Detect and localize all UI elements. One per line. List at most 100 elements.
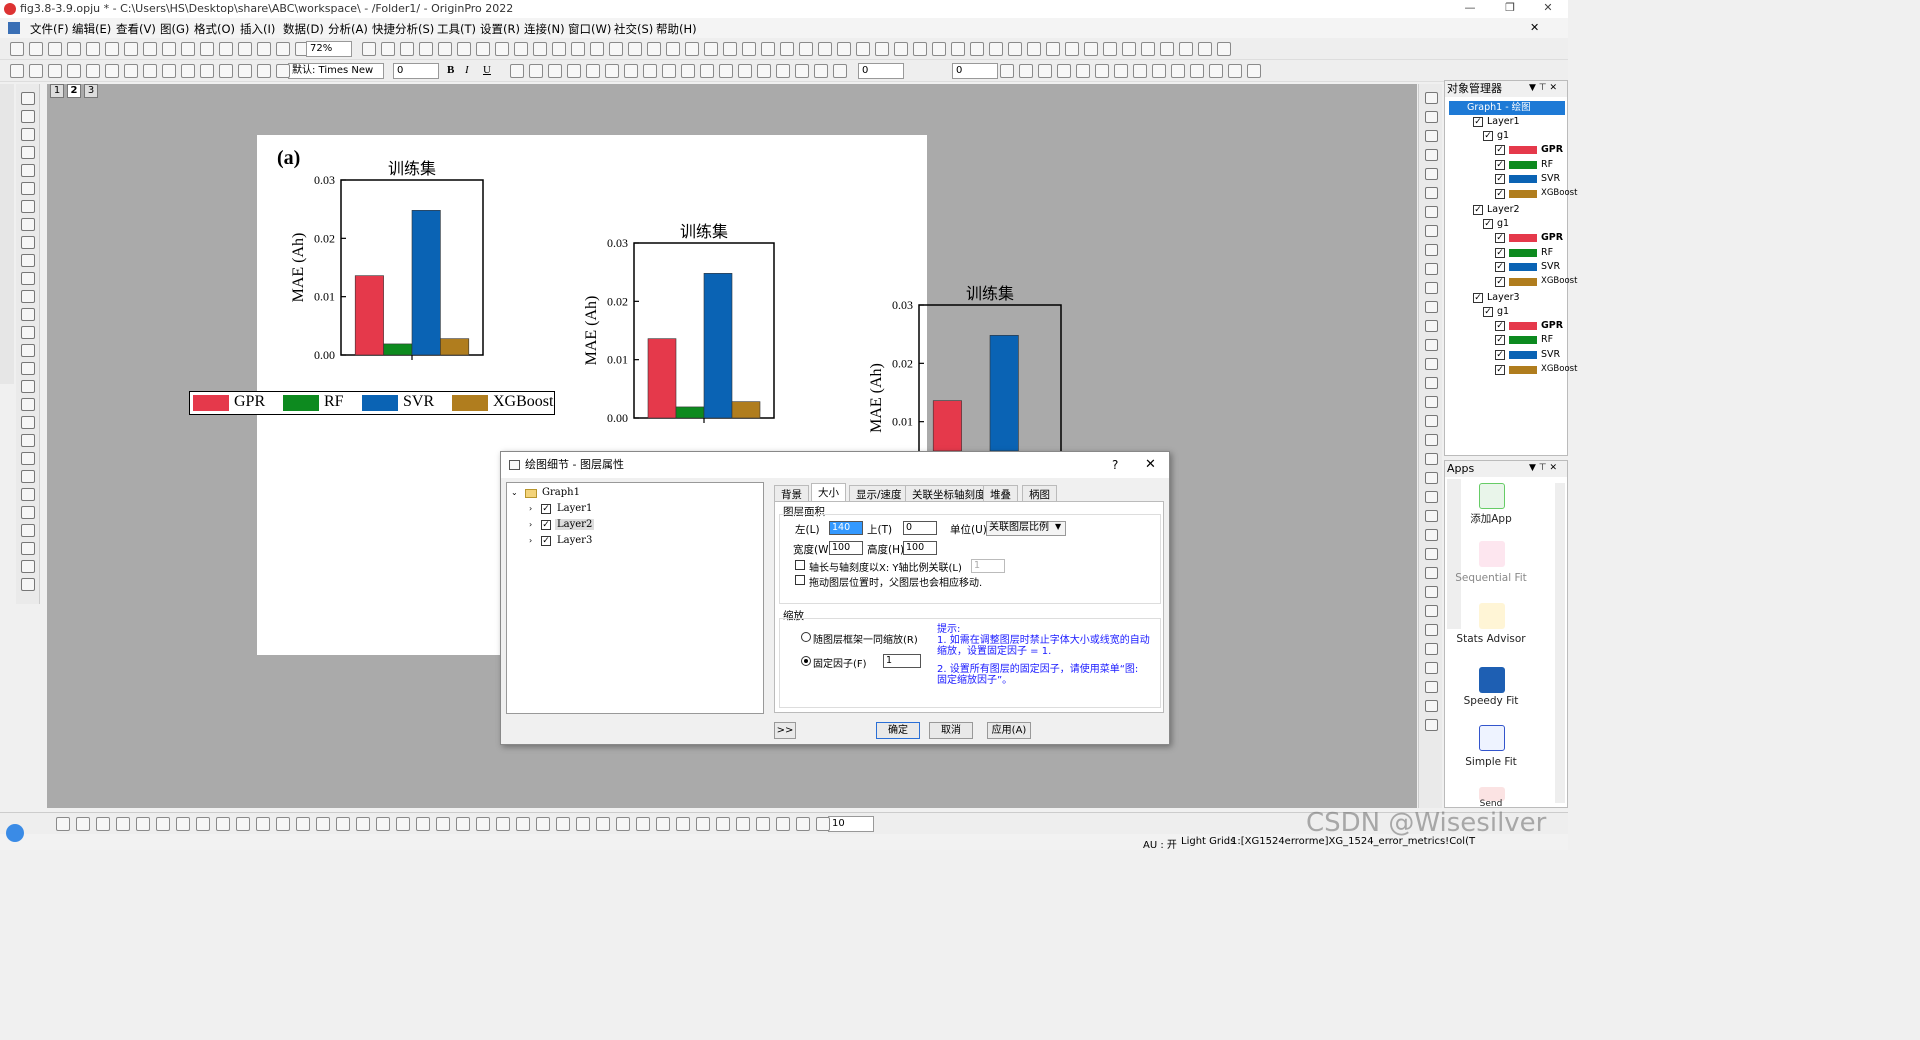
toolbar-tool-icon[interactable] [932,42,946,56]
tab-background[interactable]: 背景 [774,485,809,501]
layer-tool-icon[interactable] [1425,358,1438,370]
underline-button[interactable]: U [483,64,491,76]
layer-tool-icon[interactable] [1425,529,1438,541]
layer-tool-icon[interactable] [1425,719,1438,731]
layer-tool-icon[interactable] [1425,168,1438,180]
layer1-checkbox[interactable]: ✓ [541,504,551,514]
layer-tool-icon[interactable] [1425,700,1438,712]
toolbar-tool-icon[interactable] [757,64,771,78]
layer-tool-icon[interactable] [1425,681,1438,693]
layer-tool-icon[interactable] [1425,339,1438,351]
menu-social[interactable]: 社交(S) [614,21,653,37]
menu-close-icon[interactable]: ✕ [1530,21,1539,34]
toolbar-tool-icon[interactable] [586,64,600,78]
plot-type-icon[interactable] [196,817,210,831]
add-app-icon[interactable] [1479,483,1505,509]
menu-analysis[interactable]: 分析(A) [328,21,368,37]
plot-node[interactable]: RF [1541,247,1553,258]
plot-checkbox[interactable]: ✓ [1495,189,1505,200]
sequential-fit-icon[interactable] [1479,541,1505,567]
toolbar-tool-icon[interactable] [662,64,676,78]
group-node[interactable]: g1 [1497,306,1509,317]
link-axes-checkbox[interactable] [795,560,805,570]
layer-node[interactable]: Layer3 [1487,292,1520,303]
toolbar-tool-icon[interactable] [1114,64,1128,78]
plot-type-icon[interactable] [676,817,690,831]
plot-checkbox[interactable]: ✓ [1495,247,1505,258]
toolbar-tool-icon[interactable] [162,42,176,56]
font-size-select[interactable]: 0 [393,63,439,79]
plot-checkbox[interactable]: ✓ [1495,174,1505,185]
plot-type-icon[interactable] [576,817,590,831]
toolbar-tool-icon[interactable] [989,42,1003,56]
toolbar-tool-icon[interactable] [1209,64,1223,78]
toolbar-tool-icon[interactable] [552,42,566,56]
toolbar-tool-icon[interactable] [1247,64,1261,78]
plot-checkbox[interactable]: ✓ [1495,320,1505,331]
tree-layer3[interactable]: Layer3 [557,535,592,546]
tool-icon[interactable] [21,452,35,465]
tool-icon[interactable] [21,578,35,591]
plot-type-icon[interactable] [256,817,270,831]
tab-display-speed[interactable]: 显示/速度 [849,485,909,501]
toolbar-tool-icon[interactable] [700,64,714,78]
dialog-help-button[interactable]: ? [1112,458,1118,472]
toolbar-tool-icon[interactable] [1217,42,1231,56]
layer-tool-icon[interactable] [1425,263,1438,275]
layer-tab-1[interactable]: 1 [50,84,64,98]
minimize-button[interactable]: — [1450,1,1490,14]
app-add[interactable]: 添加App [1451,511,1531,526]
graph-root-node[interactable]: Graph1 - 绘图 [1449,101,1565,115]
plot-node[interactable]: SVR [1541,349,1560,360]
layer-checkbox[interactable]: ✓ [1473,117,1483,127]
toolbar-tool-icon[interactable] [833,64,847,78]
toolbar-tool-icon[interactable] [219,42,233,56]
tool-icon[interactable] [21,416,35,429]
toolbar-tool-icon[interactable] [1019,64,1033,78]
toolbar-tool-icon[interactable] [457,42,471,56]
plot-node[interactable]: SVR [1541,173,1560,184]
plot-node[interactable]: GPR [1541,232,1563,243]
tool-icon[interactable] [21,146,35,159]
group-checkbox[interactable]: ✓ [1483,131,1493,141]
toolbar-tool-icon[interactable] [894,42,908,56]
layer-tool-icon[interactable] [1425,453,1438,465]
plot-checkbox[interactable]: ✓ [1495,262,1505,273]
group-node[interactable]: g1 [1497,130,1509,141]
move-children-checkbox[interactable] [795,575,805,585]
tree-layer1[interactable]: Layer1 [557,503,592,514]
tool-icon[interactable] [21,524,35,537]
panel-menu-icon[interactable]: ▼ ⊤ ✕ [1529,83,1557,93]
link-ratio-input[interactable]: 1 [971,559,1005,573]
app-stats-advisor[interactable]: Stats Advisor [1451,633,1531,645]
apps-menu-icon[interactable]: ▼ ⊤ ✕ [1529,463,1557,473]
plot-type-icon[interactable] [516,817,530,831]
toolbar-tool-icon[interactable] [67,64,81,78]
plot-type-icon[interactable] [816,817,830,831]
tool-icon[interactable] [21,380,35,393]
width-input[interactable]: 100 [829,541,863,555]
plot-type-icon[interactable] [396,817,410,831]
menu-insert[interactable]: 插入(I) [240,21,275,37]
tab-size[interactable]: 大小 [811,483,846,502]
plot-type-icon[interactable] [176,817,190,831]
plot-node[interactable]: XGBoost [1541,276,1577,286]
toolbar-tool-icon[interactable] [548,64,562,78]
menu-window[interactable]: 窗口(W) [568,21,611,37]
toolbar-tool-icon[interactable] [181,64,195,78]
layer-tool-icon[interactable] [1425,282,1438,294]
plot-checkbox[interactable]: ✓ [1495,364,1505,375]
toolbar-tool-icon[interactable] [624,64,638,78]
plot-checkbox[interactable]: ✓ [1495,159,1505,170]
layer-tool-icon[interactable] [1425,491,1438,503]
toolbar-tool-icon[interactable] [1065,42,1079,56]
tool-icon[interactable] [21,398,35,411]
toolbar-tool-icon[interactable] [742,42,756,56]
layer-tool-icon[interactable] [1425,187,1438,199]
layer-tool-icon[interactable] [1425,206,1438,218]
menu-edit[interactable]: 编辑(E) [72,21,111,37]
layer-tool-icon[interactable] [1425,510,1438,522]
layer-tool-icon[interactable] [1425,130,1438,142]
toolbar-tool-icon[interactable] [1141,42,1155,56]
toolbar-tool-icon[interactable] [419,42,433,56]
